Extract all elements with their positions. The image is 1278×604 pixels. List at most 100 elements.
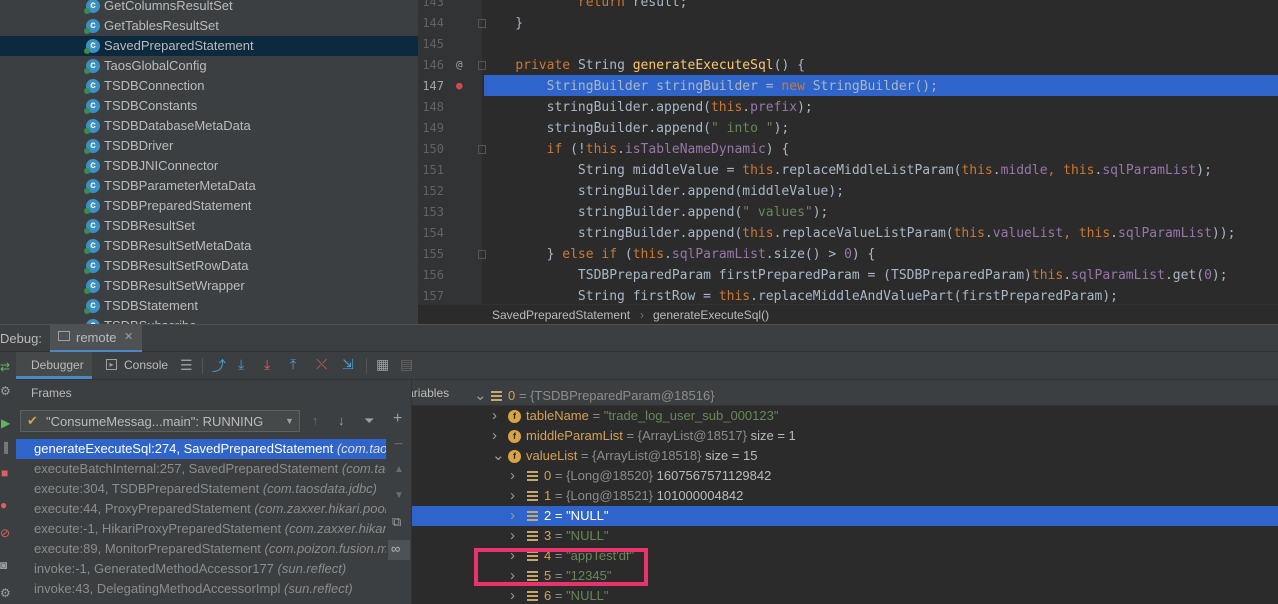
camera-icon[interactable]: ◙ — [0, 558, 7, 572]
code-token: StringBuilder(); — [812, 79, 938, 94]
tree-item[interactable]: c TSDBPreparedStatement — [0, 196, 418, 216]
variable-row[interactable]: › f middleParamList = {ArrayList@18517} si… — [412, 426, 1278, 446]
session-name: remote — [76, 330, 117, 345]
resume-icon[interactable]: ▶ — [1, 416, 10, 430]
variable-row[interactable]: › f tableName = "trade_log_user_sub_000123… — [412, 406, 1278, 426]
view-breakpoints-icon[interactable]: ● — [0, 498, 7, 512]
trace-icon[interactable]: ▤ — [400, 356, 413, 373]
variable-row[interactable]: › 2 = "NULL" — [412, 506, 1278, 526]
variable-text: 3 = "NULL" — [544, 526, 609, 546]
frame-down-icon[interactable]: ↓ — [338, 413, 345, 428]
chevron-right-icon[interactable]: › — [510, 586, 515, 604]
move-down-icon[interactable]: ▼ — [394, 490, 404, 501]
tree-item[interactable]: c SavedPreparedStatement — [0, 36, 418, 56]
variable-row[interactable]: › 1 = {Long@18521} 101000004842 — [412, 486, 1278, 506]
breakpoint-icon[interactable]: ● — [456, 79, 463, 92]
code-token: generateExecuteSql — [632, 58, 774, 73]
variable-row[interactable]: › 6 = "NULL" — [412, 586, 1278, 604]
drop-frame-icon[interactable]: ⤬ — [316, 356, 327, 373]
chevron-right-icon[interactable]: › — [492, 406, 497, 426]
tree-item-label: SavedPreparedStatement — [104, 38, 254, 53]
tree-item[interactable]: c TSDBConnection — [0, 76, 418, 96]
variable-value: size = 15 — [705, 448, 758, 463]
tree-item-label: TSDBDriver — [104, 138, 174, 153]
tree-item[interactable]: c TSDBJNIConnector — [0, 156, 418, 176]
filter-icon[interactable]: ⏷ — [364, 413, 374, 429]
mute-breakpoints-icon[interactable]: ⊘ — [0, 526, 10, 540]
tree-item[interactable]: c TSDBStatement — [0, 296, 418, 316]
frame-item[interactable]: invoke:43, DelegatingMethodAccessorImpl … — [16, 579, 390, 599]
tree-item[interactable]: c TSDBResultSetRowData — [0, 256, 418, 276]
code-editor[interactable]: 143 144 145 146 147 148 149 150 151 152 153 154 155 1… — [418, 0, 1278, 304]
code-token: stringBuilder.append(middleValue); — [484, 184, 845, 199]
settings-icon[interactable]: ⚙ — [0, 586, 11, 600]
chevron-right-icon[interactable]: › — [492, 426, 497, 446]
variable-row[interactable]: ⌄ f valueList = {ArrayList@18518} size = 1… — [412, 446, 1278, 466]
frame-package: (com.taosdata.jdbc) — [341, 461, 390, 476]
tree-item[interactable]: c TSDBResultSetWrapper — [0, 276, 418, 296]
code-line: private String generateExecuteSql() { — [484, 55, 805, 76]
tree-item[interactable]: c TSDBDatabaseMetaData — [0, 116, 418, 136]
layout-icon[interactable]: ☰ — [180, 357, 193, 374]
frame-item[interactable]: execute:-1, HikariProxyPreparedStatement… — [16, 519, 390, 539]
frame-item[interactable]: execute:44, ProxyPreparedStatement (com.… — [16, 499, 390, 519]
tree-item[interactable]: c TSDBDriver — [0, 136, 418, 156]
chevron-right-icon[interactable]: › — [510, 526, 515, 546]
frame-up-icon[interactable]: ↑ — [312, 413, 319, 428]
add-watch-icon[interactable]: + — [393, 410, 402, 428]
tree-item[interactable]: c TSDBConstants — [0, 96, 418, 116]
stop-icon[interactable]: ■ — [1, 466, 8, 480]
tree-item[interactable]: c TaosGlobalConfig — [0, 56, 418, 76]
frame-item[interactable]: execute:304, TSDBPreparedStatement (com.… — [16, 479, 390, 499]
class-icon: c — [84, 19, 100, 34]
tab-debugger[interactable]: Debugger — [16, 352, 92, 379]
remove-watch-icon[interactable]: − — [394, 436, 403, 454]
tree-item[interactable]: c GetColumnsResultSet — [0, 0, 418, 16]
chevron-right-icon[interactable]: › — [510, 466, 515, 486]
thread-selector[interactable]: ✔ "ConsumeMessag...main": RUNNING ▼ — [20, 410, 300, 432]
step-out-icon[interactable]: ⤒ — [290, 356, 296, 373]
field-icon: f — [508, 410, 521, 423]
frame-item[interactable]: execute:89, MonitorPreparedStatement (co… — [16, 539, 390, 559]
run-to-cursor-icon[interactable]: ⇲ — [342, 356, 354, 373]
evaluate-expression-icon[interactable]: ▦ — [376, 356, 389, 373]
frame-item[interactable]: generateExecuteSql:274, SavedPreparedSta… — [16, 439, 390, 459]
tree-item[interactable]: c TSDBResultSetMetaData — [0, 236, 418, 256]
equals-sign: = — [551, 488, 567, 503]
watches-toggle[interactable]: ∞ — [388, 540, 410, 560]
frame-package: (com.taosdata.jdbc) — [336, 441, 390, 456]
chevron-down-icon[interactable]: ⌄ — [492, 446, 505, 466]
rerun-icon[interactable]: ⇄ — [0, 360, 10, 374]
variable-row[interactable]: ⌄ 0 = {TSDBPreparedParam@18516} — [412, 386, 1278, 406]
line-number: 144 — [422, 16, 444, 30]
code-token: ) { — [765, 142, 790, 157]
chevron-down-icon[interactable]: ⌄ — [474, 386, 487, 406]
pause-icon[interactable]: ❚ — [1, 440, 11, 454]
show-execution-point-icon[interactable]: ⤴ — [212, 356, 226, 376]
chevron-right-icon[interactable]: › — [510, 486, 515, 506]
tree-item[interactable]: cTSDBSubscribe — [0, 316, 418, 324]
breadcrumb-class[interactable]: SavedPreparedStatement — [492, 305, 630, 325]
step-into-icon[interactable]: ⤓ — [264, 356, 270, 373]
tab-console[interactable]: ▸ Console — [100, 352, 172, 379]
wrench-icon[interactable]: ⚙ — [0, 384, 11, 398]
variable-row[interactable]: › 0 = {Long@18520} 1607567571129842 — [412, 466, 1278, 486]
step-over-icon[interactable]: ⤓ — [238, 356, 244, 373]
chevron-right-icon[interactable]: › — [510, 506, 515, 526]
frame-item[interactable]: invoke:-1, GeneratedMethodAccessor177 (s… — [16, 559, 390, 579]
variable-row[interactable]: › 3 = "NULL" — [412, 526, 1278, 546]
console-icon: ▸ — [106, 359, 117, 370]
copy-icon[interactable]: ⧉ — [392, 514, 401, 530]
breadcrumb-method[interactable]: generateExecuteSql() — [653, 305, 769, 325]
session-tab-remote[interactable]: remote ✕ — [50, 325, 142, 352]
tree-item[interactable]: c TSDBParameterMetaData — [0, 176, 418, 196]
frame-method: execute:-1, HikariProxyPreparedStatement — [34, 521, 285, 536]
code-line: } else if (this.sqlParamList.size() > 0)… — [484, 244, 876, 265]
tree-item[interactable]: c TSDBResultSet — [0, 216, 418, 236]
move-up-icon[interactable]: ▲ — [394, 464, 404, 475]
close-icon[interactable]: ✕ — [124, 330, 133, 343]
override-icon[interactable]: @ — [456, 58, 463, 71]
frame-item[interactable]: executeBatchInternal:257, SavedPreparedS… — [16, 459, 390, 479]
tree-item[interactable]: c GetTablesResultSet — [0, 16, 418, 36]
editor-gutter[interactable]: 143 144 145 146 147 148 149 150 151 152 153 154 155 1… — [418, 0, 486, 304]
